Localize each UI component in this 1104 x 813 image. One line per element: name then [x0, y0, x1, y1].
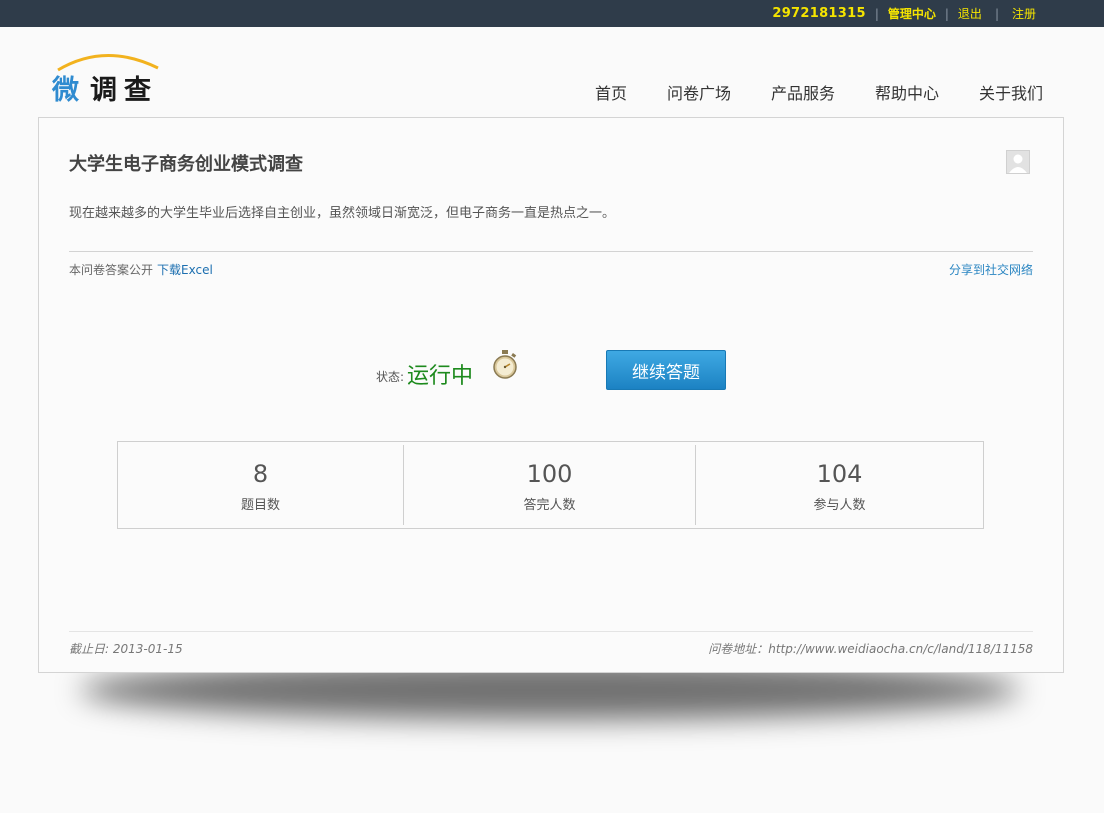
nav-about[interactable]: 关于我们 — [979, 80, 1043, 104]
separator: | — [944, 6, 949, 21]
register-link[interactable]: 注册 — [1012, 5, 1036, 22]
download-excel-link[interactable]: 下载Excel — [157, 263, 213, 277]
nav-home[interactable]: 首页 — [595, 80, 627, 104]
nav-products[interactable]: 产品服务 — [771, 80, 835, 104]
stat-value: 100 — [526, 460, 573, 488]
footer-divider — [69, 631, 1033, 632]
survey-title: 大学生电子商务创业模式调查 — [69, 154, 303, 175]
stat-question-count: 8 题目数 — [118, 442, 403, 528]
separator: | — [874, 6, 879, 21]
survey-card: 大学生电子商务创业模式调查 现在越来越多的大学生毕业后选择自主创业，虽然领域日渐… — [38, 117, 1064, 673]
stat-participant-count: 104 参与人数 — [696, 442, 983, 528]
stats-panel: 8 题目数 100 答完人数 104 参与人数 — [117, 441, 984, 529]
logo-text-diaocha: 调查 — [90, 75, 158, 106]
deadline-text: 截止日: 2013-01-15 — [69, 642, 183, 656]
separator: | — [994, 6, 999, 21]
public-text: 本问卷答案公开 — [69, 263, 154, 277]
divider — [69, 251, 1033, 252]
survey-description: 现在越来越多的大学生毕业后选择自主创业，虽然领域日渐宽泛，但电子商务一直是热点之… — [69, 206, 616, 221]
answer-public-note: 本问卷答案公开 下载Excel — [69, 261, 213, 278]
avatar[interactable] — [1006, 150, 1030, 174]
status-label: 状态: — [376, 370, 405, 384]
nav-help[interactable]: 帮助中心 — [875, 80, 939, 104]
site-logo[interactable]: 微 调查 — [50, 48, 165, 106]
user-id[interactable]: 2972181315 — [772, 6, 865, 21]
stat-label: 答完人数 — [523, 498, 576, 513]
stat-completed-count: 100 答完人数 — [404, 442, 695, 528]
survey-address[interactable]: 问卷地址：http://www.weidiaocha.cn/c/land/118… — [708, 640, 1033, 657]
nav-survey-plaza[interactable]: 问卷广场 — [667, 80, 731, 104]
stat-label: 题目数 — [240, 498, 280, 513]
stat-value: 8 — [252, 460, 269, 488]
stopwatch-icon — [493, 350, 517, 379]
user-icon — [1009, 154, 1027, 173]
stat-value: 104 — [816, 460, 863, 488]
manage-center-link[interactable]: 管理中心 — [888, 5, 936, 22]
user-links: 2972181315 | 管理中心 | 退出 | 注册 — [772, 0, 1036, 27]
logout-link[interactable]: 退出 — [958, 5, 982, 22]
continue-answer-button[interactable]: 继续答题 — [606, 350, 726, 390]
status-value: 运行中 — [407, 364, 474, 389]
logo-text-wei: 微 — [52, 75, 79, 106]
stat-label: 参与人数 — [813, 498, 866, 513]
top-bar: 2972181315 | 管理中心 | 退出 | 注册 — [0, 0, 1104, 27]
share-social-link[interactable]: 分享到社交网络 — [949, 261, 1033, 278]
status-indicator: 状态: 运行中 — [376, 356, 474, 389]
